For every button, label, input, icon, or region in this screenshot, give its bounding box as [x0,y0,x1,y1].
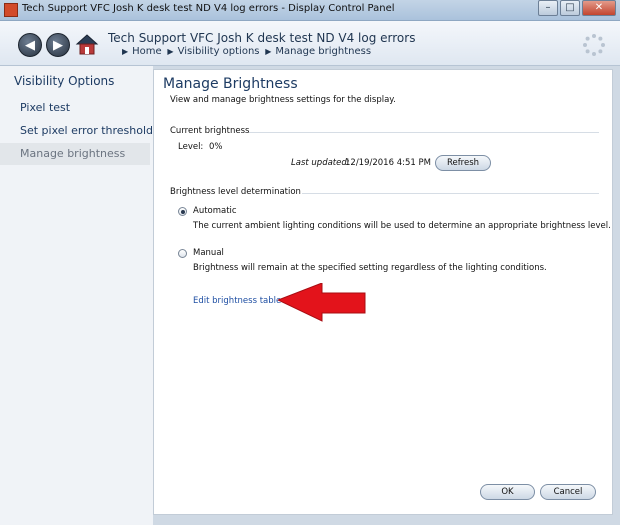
manual-radio[interactable] [178,249,187,258]
sidebar-item-pixel-error-threshold[interactable]: Set pixel error threshold [0,120,153,142]
breadcrumb-arrow-icon: ▶ [164,47,174,56]
section-divider [249,132,599,133]
window-controls: – □ ✕ [538,0,616,16]
level-label: Level: [178,142,204,152]
window-title-bar: Tech Support VFC Josh K desk test ND V4 … [0,0,620,21]
current-brightness-section-label: Current brightness [170,126,250,136]
page-title: Manage Brightness [163,76,298,92]
ok-button[interactable]: OK [480,484,535,500]
minimize-button[interactable]: – [538,0,558,16]
back-button[interactable]: ◀ [18,33,42,57]
maximize-button[interactable]: □ [560,0,580,16]
last-updated-value: 12/19/2016 4:51 PM [345,158,431,168]
section-divider [302,193,599,194]
breadcrumb-manage-brightness: Manage brightness [275,46,372,57]
level-value: 0% [209,142,223,152]
breadcrumb-home[interactable]: Home [132,46,162,57]
close-button[interactable]: ✕ [582,0,616,16]
brightness-determination-section-label: Brightness level determination [170,187,301,197]
forward-button[interactable]: ▶ [46,33,70,57]
breadcrumb-arrow-icon: ▶ [262,47,272,56]
breadcrumb-arrow-icon: ▶ [122,47,129,56]
sidebar: Visibility Options Pixel test Set pixel … [0,66,153,525]
window-title: Tech Support VFC Josh K desk test ND V4 … [22,3,395,14]
radio-selected-dot [180,209,185,214]
refresh-button[interactable]: Refresh [435,155,491,171]
manual-label[interactable]: Manual [193,248,224,258]
breadcrumb: ▶ Home ▶ Visibility options ▶ Manage bright… [122,46,371,57]
breadcrumb-visibility-options[interactable]: Visibility options [178,46,260,57]
sidebar-item-manage-brightness[interactable]: Manage brightness [0,143,150,165]
automatic-description: The current ambient lighting conditions … [193,221,611,231]
main-panel: Manage Brightness View and manage bright… [153,69,613,515]
automatic-label[interactable]: Automatic [193,206,237,216]
loading-spinner-icon [583,34,605,56]
page-subtitle: View and manage brightness settings for … [170,95,396,105]
automatic-radio[interactable] [178,207,187,216]
last-updated-label: Last updated: [291,158,350,168]
sidebar-item-pixel-test[interactable]: Pixel test [0,97,150,119]
nav-header: ◀ ▶ Tech Support VFC Josh K desk test ND… [0,21,620,66]
sidebar-heading: Visibility Options [14,74,115,88]
manual-description: Brightness will remain at the specified … [193,263,547,273]
home-icon[interactable] [75,33,99,55]
app-icon [4,3,18,17]
annotation-arrow-icon [278,283,366,322]
nav-title: Tech Support VFC Josh K desk test ND V4 … [108,31,416,45]
edit-brightness-table-link[interactable]: Edit brightness table [193,296,281,306]
cancel-button[interactable]: Cancel [540,484,596,500]
